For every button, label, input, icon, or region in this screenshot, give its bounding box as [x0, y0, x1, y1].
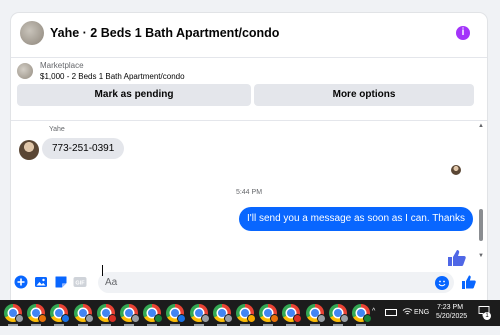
scrollbar-thumb[interactable] — [479, 209, 483, 241]
incoming-message[interactable]: 773-251-0391 — [42, 138, 125, 159]
profile-badge-icon — [339, 314, 349, 323]
profile-badge-icon — [107, 314, 117, 323]
taskbar-browser-icon[interactable] — [73, 304, 94, 326]
listing-panel: Marketplace $1,000 - 2 Beds 1 Bath Apart… — [11, 58, 487, 121]
profile-badge-icon — [270, 314, 280, 323]
message-input[interactable] — [98, 272, 454, 293]
listing-price-title[interactable]: $1,000 - 2 Beds 1 Bath Apartment/condo — [40, 72, 185, 81]
taskbar-browser-icon[interactable] — [352, 304, 372, 326]
listing-thumbnail[interactable] — [20, 21, 44, 45]
battery-icon[interactable] — [385, 309, 397, 316]
profile-badge-icon — [247, 314, 256, 323]
marketplace-label: Marketplace — [40, 61, 84, 70]
taskbar-browser-icon[interactable] — [282, 304, 303, 326]
notification-count-badge: 1 — [483, 312, 491, 320]
profile-badge-icon — [316, 314, 326, 323]
chat-title[interactable]: Yahe · 2 Beds 1 Bath Apartment/condo — [50, 26, 279, 40]
taskbar-browser-icon[interactable] — [259, 304, 280, 326]
taskbar-browser-icon[interactable] — [27, 304, 48, 326]
profile-badge-icon — [15, 314, 24, 323]
profile-badge-icon — [200, 314, 210, 323]
profile-badge-icon — [363, 314, 372, 323]
language-indicator[interactable]: ENG — [414, 309, 429, 335]
listing-image[interactable] — [17, 63, 33, 79]
wifi-icon[interactable] — [402, 306, 413, 317]
taskbar-browser-icon[interactable] — [305, 304, 326, 326]
profile-badge-icon — [177, 314, 187, 323]
sender-avatar[interactable] — [19, 140, 39, 160]
message-timestamp: 5:44 PM — [235, 189, 263, 196]
profile-badge-icon — [84, 314, 94, 323]
profile-badge-icon — [61, 314, 71, 323]
clock-date: 5/20/2025 — [436, 313, 468, 320]
sender-name: Yahe — [49, 126, 65, 133]
composer-bar: GIF — [11, 267, 487, 300]
taskbar-browser-icon[interactable] — [166, 304, 187, 326]
seen-avatar-icon — [451, 165, 461, 175]
info-icon[interactable]: i — [456, 26, 470, 40]
tray-overflow-chevron-icon[interactable]: ^ — [372, 308, 375, 334]
taskbar-browser-icon[interactable] — [189, 304, 210, 326]
taskbar-browser-icon[interactable] — [328, 304, 349, 326]
taskbar-browser-icon[interactable] — [4, 304, 24, 326]
scroll-up-arrow-icon[interactable]: ▲ — [478, 123, 484, 129]
taskbar-browser-icon[interactable] — [236, 304, 256, 326]
emoji-icon[interactable] — [435, 276, 449, 290]
profile-badge-icon — [38, 314, 48, 323]
taskbar-browser-icon[interactable] — [120, 304, 140, 326]
more-options-button[interactable]: More options — [254, 84, 474, 106]
clock-time: 7:23 PM — [436, 304, 464, 311]
plus-circle-icon[interactable] — [14, 275, 28, 289]
svg-text:GIF: GIF — [75, 281, 85, 287]
outgoing-message[interactable]: I'll send you a message as soon as I can… — [239, 207, 473, 231]
clock[interactable]: 7:23 PM 5/20/2025 — [436, 303, 468, 329]
profile-badge-icon — [154, 314, 164, 323]
taskbar-browser-icon[interactable] — [96, 304, 117, 326]
profile-badge-icon — [293, 314, 303, 323]
windows-taskbar: ^ ENG 7:23 PM 5/20/2025 1 — [0, 300, 500, 326]
taskbar-browser-icon[interactable] — [212, 304, 233, 326]
like-button-icon[interactable] — [461, 274, 477, 290]
message-scrollbar[interactable]: ▲ ▼ — [477, 121, 485, 267]
profile-badge-icon — [223, 314, 233, 323]
chat-header: Yahe · 2 Beds 1 Bath Apartment/condo i — [11, 13, 487, 58]
gif-icon[interactable]: GIF — [73, 275, 87, 289]
message-list: Yahe 773-251-0391 5:44 PM I'll send you … — [11, 121, 487, 267]
chat-window: Yahe · 2 Beds 1 Bath Apartment/condo i M… — [11, 13, 487, 300]
sticker-icon[interactable] — [54, 275, 68, 289]
taskbar-browser-icon[interactable] — [50, 304, 71, 326]
taskbar-browser-icon[interactable] — [143, 304, 164, 326]
photo-icon[interactable] — [34, 275, 48, 289]
text-cursor — [102, 265, 103, 276]
scroll-down-arrow-icon[interactable]: ▼ — [478, 253, 484, 259]
profile-badge-icon — [131, 314, 140, 323]
sent-like-icon — [448, 250, 466, 266]
mark-as-pending-button[interactable]: Mark as pending — [17, 84, 251, 106]
